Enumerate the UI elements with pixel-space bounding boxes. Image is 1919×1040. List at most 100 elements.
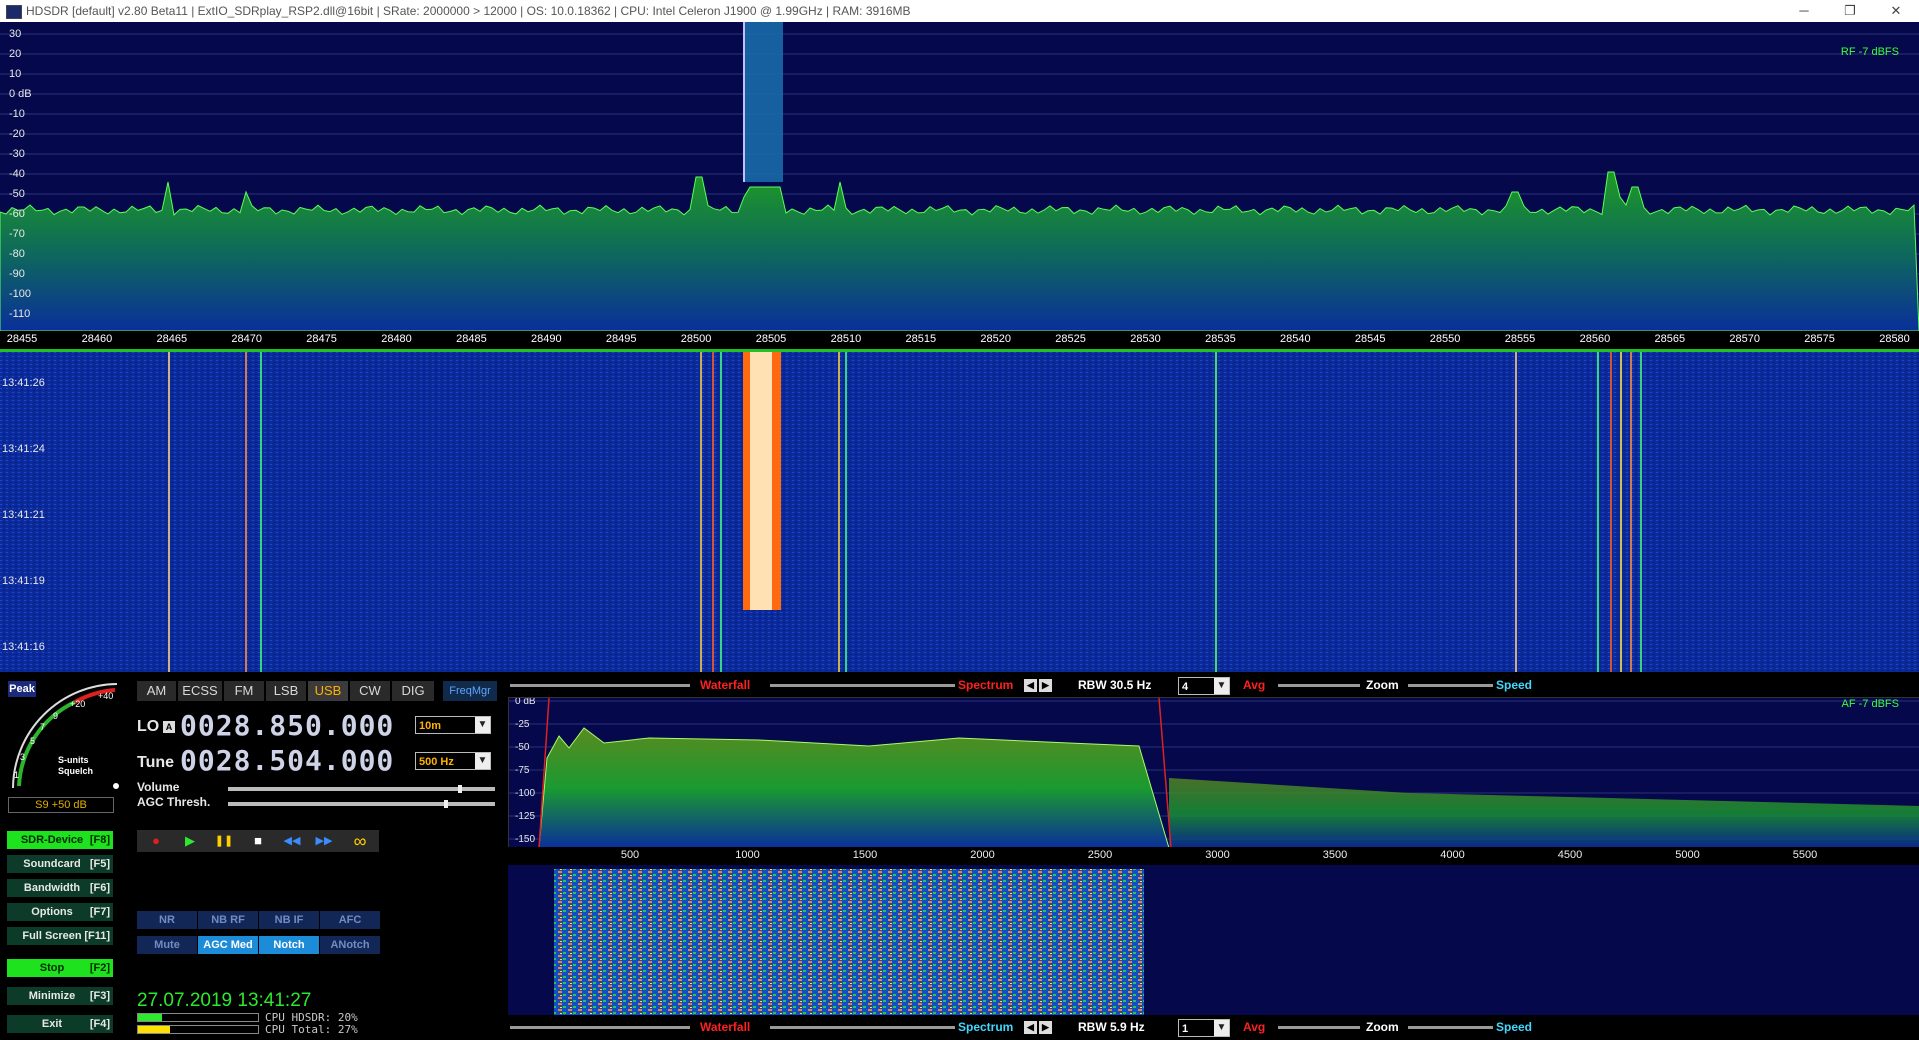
dsp-button-nb-rf[interactable]: NB RF	[198, 911, 258, 929]
loop-icon[interactable]: ∞	[345, 832, 375, 850]
band-select-value: 10m	[419, 720, 442, 732]
peak-button[interactable]: Peak	[8, 681, 36, 697]
play-icon[interactable]: ▶	[179, 833, 201, 849]
af-db-label: -125	[515, 811, 536, 822]
af-avg-select[interactable]: 1 ▼	[1178, 1019, 1230, 1037]
af-frequency-axis[interactable]: 500 1000 1500 2000 2500 3000 3500 4000 4500 5000 5…	[508, 847, 1919, 865]
af-waterfall-display[interactable]	[508, 865, 1919, 1015]
stop-icon[interactable]: ■	[247, 833, 269, 849]
af-avg-select-value: 1	[1182, 1023, 1189, 1035]
dsp-button-anotch[interactable]: ANotch	[320, 936, 380, 954]
dsp-button-notch[interactable]: Notch	[259, 936, 319, 954]
af-freq-tick: 4000	[1440, 849, 1465, 861]
dsp-button-nb-if[interactable]: NB IF	[259, 911, 319, 929]
smeter-scale-plus40: +40	[98, 691, 114, 701]
band-select[interactable]: 10m ▼	[415, 716, 491, 734]
mode-button-ecss[interactable]: ECSS	[178, 681, 222, 701]
rf-db-label: -100	[9, 288, 32, 300]
side-button-soundcard[interactable]: Soundcard [F5]	[7, 855, 113, 873]
af-freq-tick: 1500	[852, 849, 878, 861]
af-spectrum-display[interactable]: 0 dB -25 -50 -75 -100 -125 -150	[508, 697, 1919, 849]
rf-freq-tick: 28465	[156, 333, 188, 345]
tune-frequency[interactable]: 0028.504.000	[180, 744, 394, 777]
rbw-increase-icon[interactable]: ▶	[1039, 679, 1052, 692]
mode-button-lsb[interactable]: LSB	[266, 681, 306, 701]
side-button-label: Minimize	[28, 990, 76, 1002]
step-select-value: 500 Hz	[419, 756, 454, 768]
side-button-bandwidth[interactable]: Bandwidth [F6]	[7, 879, 113, 897]
avg-select[interactable]: 4 ▼	[1178, 677, 1230, 695]
rf-frequency-axis[interactable]: 28455 28460 28465 28470 28475 28480 28485 28490…	[0, 331, 1919, 349]
af-rbw-increase-icon[interactable]: ▶	[1039, 1021, 1052, 1034]
rf-freq-tick: 28560	[1579, 333, 1611, 345]
agc-threshold-slider[interactable]	[228, 802, 495, 806]
rf-db-label: -80	[9, 248, 25, 260]
rf-db-label: -70	[9, 228, 25, 240]
side-button-options[interactable]: Options [F7]	[7, 903, 113, 921]
smeter-caption-squelch: Squelch	[58, 766, 94, 776]
rf-db-label: 0 dB	[9, 88, 32, 100]
tune-label: Tune	[137, 754, 175, 771]
mode-button-am[interactable]: AM	[137, 681, 176, 701]
agc-threshold-slider-thumb[interactable]	[444, 800, 449, 808]
rf-freq-tick: 28535	[1205, 333, 1236, 345]
dsp-button-agc-med[interactable]: AGC Med	[198, 936, 258, 954]
spectrum-label: Spectrum	[958, 678, 1014, 692]
rf-db-label: -50	[9, 188, 25, 200]
speed-slider[interactable]	[1408, 684, 1493, 687]
side-button-full-screen[interactable]: Full Screen [F11]	[7, 927, 113, 945]
lo-frequency[interactable]: 0028.850.000	[180, 709, 394, 742]
side-button-stop[interactable]: Stop [F2]	[7, 959, 113, 977]
dsp-button-afc[interactable]: AFC	[320, 911, 380, 929]
af-zoom-slider[interactable]	[1278, 1026, 1360, 1029]
dsp-button-nr[interactable]: NR	[137, 911, 197, 929]
side-button-label: Stop	[39, 962, 65, 974]
record-icon[interactable]: ●	[145, 833, 167, 849]
mode-button-usb[interactable]: USB	[308, 681, 348, 701]
side-button-sdr-device[interactable]: SDR-Device [F8]	[7, 831, 113, 849]
af-spectrum-slider[interactable]	[770, 1026, 955, 1029]
rf-waterfall-display[interactable]: 13:41:26 13:41:24 13:41:21 13:41:19 13:41:16	[0, 352, 1919, 672]
af-waterfall-label: Waterfall	[700, 1020, 751, 1034]
rf-waterfall-time: 13:41:19	[2, 575, 45, 587]
smeter-scale-5: 5	[30, 736, 36, 746]
close-window-button[interactable]: ✕	[1873, 0, 1919, 22]
freqmgr-button[interactable]: FreqMgr	[443, 681, 497, 701]
transport-bar: ● ▶ ❚❚ ■ ◀◀ ▶▶ ∞	[137, 830, 379, 852]
af-rbw-decrease-icon[interactable]: ◀	[1024, 1021, 1037, 1034]
af-db-label: -50	[515, 742, 530, 753]
side-button-exit[interactable]: Exit [F4]	[7, 1015, 113, 1033]
af-db-label: 0 dB	[515, 697, 536, 707]
side-button-minimize[interactable]: Minimize [F3]	[7, 987, 113, 1005]
rf-spectrum-display[interactable]: 30 20 10 0 dB -10 -20 -30 -40 -50 -60 -70 -80 -90 -10…	[0, 22, 1919, 331]
mode-button-cw[interactable]: CW	[350, 681, 390, 701]
restore-window-button[interactable]: ❐	[1827, 0, 1873, 22]
mode-button-fm[interactable]: FM	[224, 681, 264, 701]
rbw-decrease-icon[interactable]: ◀	[1024, 679, 1037, 692]
minimize-window-button[interactable]: ─	[1781, 0, 1827, 22]
af-spectrum-label: Spectrum	[958, 1020, 1014, 1034]
pause-icon[interactable]: ❚❚	[213, 833, 235, 849]
dsp-button-mute[interactable]: Mute	[137, 936, 197, 954]
af-waterfall-graph	[554, 869, 1144, 1015]
step-select[interactable]: 500 Hz ▼	[415, 752, 491, 770]
fast-forward-icon[interactable]: ▶▶	[313, 833, 335, 849]
af-freq-tick: 500	[620, 849, 640, 861]
af-speed-slider[interactable]	[1408, 1026, 1493, 1029]
af-dbfs-label: AF -7 dBFS	[1841, 698, 1899, 710]
rewind-icon[interactable]: ◀◀	[281, 833, 303, 849]
rf-freq-tick: 28490	[531, 333, 562, 345]
volume-slider-thumb[interactable]	[457, 785, 462, 793]
zoom-slider[interactable]	[1278, 684, 1360, 687]
af-waterfall-slider[interactable]	[510, 1026, 690, 1029]
waterfall-slider[interactable]	[510, 684, 690, 687]
mode-button-dig[interactable]: DIG	[392, 681, 434, 701]
rf-freq-tick: 28500	[680, 333, 712, 345]
spectrum-slider[interactable]	[770, 684, 955, 687]
af-db-label: -75	[515, 765, 530, 776]
lo-a-badge[interactable]: A	[163, 721, 175, 733]
volume-slider[interactable]	[228, 787, 495, 791]
speed-label: Speed	[1496, 678, 1533, 692]
side-button-label: SDR-Device	[20, 834, 84, 846]
chevron-down-icon: ▼	[475, 717, 490, 733]
